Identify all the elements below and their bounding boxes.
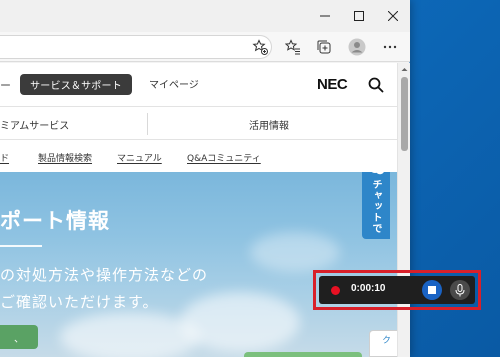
favorite-add-button[interactable] xyxy=(250,37,270,57)
scrollbar-thumb[interactable] xyxy=(401,77,408,151)
profile-icon xyxy=(348,38,366,56)
nec-logo[interactable]: NEC xyxy=(317,76,348,93)
web-page: ー サービス＆サポート マイページ NEC ミアムサービス 活用情報 ド 製品情… xyxy=(0,63,397,357)
scroll-up-icon[interactable] xyxy=(398,65,411,73)
quick-link-product-search[interactable]: 製品情報検索 xyxy=(38,151,92,164)
address-bar[interactable] xyxy=(0,35,272,59)
bottom-green-tab[interactable] xyxy=(244,352,362,357)
quick-link-qa-community[interactable]: Q&Aコミュニティ xyxy=(187,151,261,164)
mypage-link[interactable]: マイページ xyxy=(149,76,199,91)
title-bar xyxy=(0,0,410,32)
close-button[interactable] xyxy=(376,0,410,32)
hero-cloud xyxy=(60,312,200,357)
quick-link-fragment[interactable]: ド xyxy=(0,151,9,164)
stop-recording-button[interactable] xyxy=(422,280,442,300)
hero-divider xyxy=(0,245,42,247)
recording-highlight-box: 0:00:10 xyxy=(313,270,481,310)
profile-button[interactable] xyxy=(347,37,367,57)
favorite-add-icon xyxy=(252,39,268,55)
category-nav: ミアムサービス 活用情報 xyxy=(0,107,397,140)
corner-tab[interactable]: ク xyxy=(369,330,397,357)
quick-link-manual[interactable]: マニュアル xyxy=(117,151,162,164)
stop-icon xyxy=(428,286,436,294)
corner-tab-label: ク xyxy=(380,335,390,344)
collections-icon xyxy=(317,40,331,54)
browser-toolbar xyxy=(0,32,410,62)
screen-recorder-bar: 0:00:10 xyxy=(319,276,475,304)
close-icon xyxy=(388,11,398,21)
quick-links: ド 製品情報検索 マニュアル Q&Aコミュニティ xyxy=(0,140,397,172)
more-button[interactable] xyxy=(380,37,400,57)
recording-indicator-icon xyxy=(331,286,340,295)
hero-text-line-1: の対処方法や操作方法などの xyxy=(0,266,209,284)
collections-button[interactable] xyxy=(314,37,334,57)
recording-timer: 0:00:10 xyxy=(351,283,386,294)
category-premium-service[interactable]: ミアムサービス xyxy=(0,117,69,132)
hero-banner: ポート情報 の対処方法や操作方法などの ご確認いただけます。 、 チャットで xyxy=(0,172,397,357)
support-button[interactable]: サービス＆サポート xyxy=(20,74,132,95)
search-icon[interactable] xyxy=(367,76,385,94)
hero-title: ポート情報 xyxy=(0,209,110,233)
hero-button[interactable]: 、 xyxy=(0,325,38,349)
maximize-icon xyxy=(354,11,364,21)
category-usage-info[interactable]: 活用情報 xyxy=(249,117,289,132)
hero-text-line-2: ご確認いただけます。 xyxy=(0,293,159,311)
more-icon xyxy=(383,45,397,49)
chat-support-tab[interactable]: チャットで xyxy=(362,172,390,239)
nav-fragment: ー xyxy=(0,80,11,92)
hero-cloud xyxy=(180,292,300,352)
chat-bubble-icon xyxy=(371,172,384,175)
hero-cloud xyxy=(250,232,340,272)
microphone-button[interactable] xyxy=(450,280,470,300)
site-header: ー サービス＆サポート マイページ NEC xyxy=(0,63,397,107)
minimize-icon xyxy=(320,15,330,17)
vertical-scrollbar[interactable] xyxy=(397,63,410,357)
minimize-button[interactable] xyxy=(308,0,342,32)
favorites-icon xyxy=(285,39,300,55)
favorites-button[interactable] xyxy=(283,37,303,57)
category-divider xyxy=(147,113,148,135)
maximize-button[interactable] xyxy=(342,0,376,32)
microphone-icon xyxy=(455,283,465,296)
chat-tab-label: チャットで xyxy=(370,179,381,234)
